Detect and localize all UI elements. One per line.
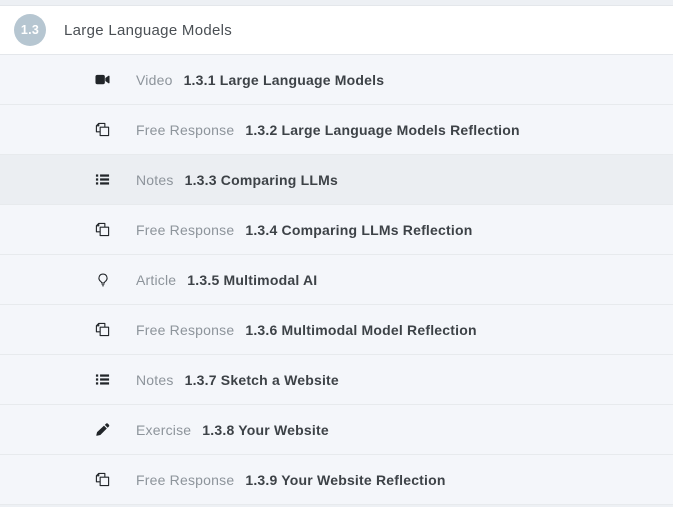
copy-icon xyxy=(94,221,111,238)
lesson-row[interactable]: Notes 1.3.7 Sketch a Website xyxy=(0,355,673,405)
lightbulb-icon xyxy=(94,271,111,288)
lesson-title: 1.3.4 Comparing LLMs Reflection xyxy=(245,222,472,238)
curriculum-module: 1.3 Large Language Models Video 1.3.1 La… xyxy=(0,0,673,505)
lesson-title: 1.3.9 Your Website Reflection xyxy=(245,472,445,488)
lesson-row[interactable]: Exercise 1.3.8 Your Website xyxy=(0,405,673,455)
pencil-icon xyxy=(94,421,111,438)
lesson-type-label: Free Response xyxy=(136,472,234,488)
lesson-row[interactable]: Article 1.3.5 Multimodal AI xyxy=(0,255,673,305)
lesson-type-label: Notes xyxy=(136,172,174,188)
lesson-type-label: Free Response xyxy=(136,322,234,338)
lesson-title: 1.3.7 Sketch a Website xyxy=(185,372,339,388)
lesson-type-label: Article xyxy=(136,272,176,288)
copy-icon xyxy=(94,471,111,488)
lesson-type-label: Free Response xyxy=(136,222,234,238)
list-icon xyxy=(94,371,111,388)
lesson-type-label: Notes xyxy=(136,372,174,388)
video-icon xyxy=(94,71,111,88)
lesson-title: 1.3.8 Your Website xyxy=(202,422,329,438)
lesson-row[interactable]: Free Response 1.3.2 Large Language Model… xyxy=(0,105,673,155)
lesson-row[interactable]: Video 1.3.1 Large Language Models xyxy=(0,55,673,105)
lesson-type-label: Exercise xyxy=(136,422,191,438)
lesson-row[interactable]: Notes 1.3.3 Comparing LLMs xyxy=(0,155,673,205)
section-header[interactable]: 1.3 Large Language Models xyxy=(0,5,673,55)
lesson-list: Video 1.3.1 Large Language Models Free R… xyxy=(0,55,673,505)
lesson-title: 1.3.3 Comparing LLMs xyxy=(185,172,338,188)
section-number-badge: 1.3 xyxy=(14,14,46,46)
lesson-title: 1.3.6 Multimodal Model Reflection xyxy=(245,322,476,338)
lesson-row[interactable]: Free Response 1.3.6 Multimodal Model Ref… xyxy=(0,305,673,355)
lesson-type-label: Video xyxy=(136,72,173,88)
lesson-title: 1.3.1 Large Language Models xyxy=(184,72,385,88)
lesson-title: 1.3.5 Multimodal AI xyxy=(187,272,317,288)
copy-icon xyxy=(94,321,111,338)
lesson-title: 1.3.2 Large Language Models Reflection xyxy=(245,122,519,138)
copy-icon xyxy=(94,121,111,138)
lesson-type-label: Free Response xyxy=(136,122,234,138)
section-title: Large Language Models xyxy=(64,22,232,39)
list-icon xyxy=(94,171,111,188)
lesson-row[interactable]: Free Response 1.3.9 Your Website Reflect… xyxy=(0,455,673,505)
lesson-row[interactable]: Free Response 1.3.4 Comparing LLMs Refle… xyxy=(0,205,673,255)
